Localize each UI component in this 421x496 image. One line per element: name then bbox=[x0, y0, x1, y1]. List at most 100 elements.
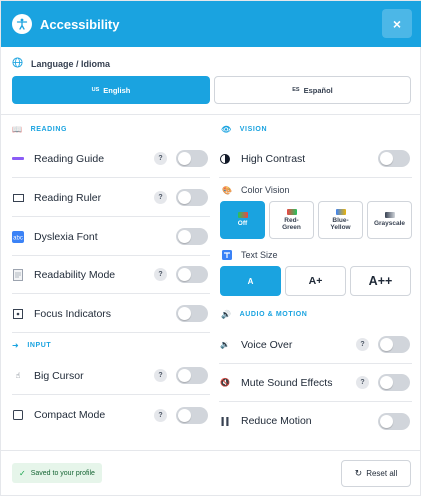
blue-yellow-label-line1: Blue- bbox=[332, 216, 349, 224]
reduce-motion-row: Reduce Motion bbox=[219, 402, 412, 440]
reduce-motion-toggle[interactable] bbox=[378, 412, 410, 430]
reading-guide-row: Reading Guide ? bbox=[12, 140, 210, 178]
readability-mode-row: Readability Mode ? bbox=[12, 256, 210, 294]
speaker-icon: 🔊 bbox=[221, 310, 232, 319]
big-cursor-row: ☝ Big Cursor ? bbox=[12, 357, 210, 395]
dyslexia-font-toggle[interactable] bbox=[176, 228, 208, 245]
swatch-icon bbox=[237, 212, 248, 219]
audio-motion-section-title: AUDIO & MOTION bbox=[239, 311, 308, 318]
color-vision-heading: 🎨 Color Vision bbox=[221, 184, 289, 196]
text-size-label: Text Size bbox=[241, 250, 278, 260]
vision-section-title: VISION bbox=[239, 126, 268, 133]
red-green-label-line1: Red- bbox=[284, 216, 299, 224]
contrast-icon bbox=[219, 153, 231, 165]
compact-mode-toggle[interactable] bbox=[176, 406, 208, 424]
close-button[interactable]: × bbox=[382, 9, 412, 38]
help-icon[interactable]: ? bbox=[356, 338, 369, 351]
reset-all-label: Reset all bbox=[366, 469, 398, 478]
big-cursor-toggle[interactable] bbox=[176, 367, 208, 384]
help-icon[interactable]: ? bbox=[154, 408, 167, 422]
reading-ruler-label: Reading Ruler bbox=[34, 191, 102, 204]
swatch-icon bbox=[335, 208, 346, 215]
accessibility-logo-icon bbox=[12, 14, 32, 34]
color-vision-label: Color Vision bbox=[241, 185, 290, 195]
language-label: Language / Idioma bbox=[31, 58, 111, 69]
eye-icon: 👁 bbox=[221, 125, 232, 134]
compact-mode-label: Compact Mode bbox=[34, 409, 106, 421]
focus-indicators-toggle[interactable] bbox=[176, 305, 208, 322]
help-icon[interactable]: ? bbox=[154, 268, 167, 281]
input-section-heading: ➜ INPUT bbox=[12, 341, 51, 350]
mute-sound-effects-label: Mute Sound Effects bbox=[241, 376, 333, 389]
voice-over-row: 🔉 Voice Over ? bbox=[219, 326, 412, 364]
book-icon: 📖 bbox=[12, 125, 23, 134]
flag-es-icon: ES bbox=[292, 87, 300, 93]
language-heading: Language / Idioma bbox=[12, 57, 110, 70]
voice-icon: 🔉 bbox=[220, 340, 230, 349]
reading-ruler-toggle[interactable] bbox=[176, 189, 208, 206]
language-english-label: English bbox=[103, 85, 131, 95]
mute-sound-effects-row: 🔇 Mute Sound Effects ? bbox=[219, 364, 412, 402]
help-icon[interactable]: ? bbox=[356, 376, 369, 389]
reading-section-title: READING bbox=[30, 126, 68, 133]
help-icon[interactable]: ? bbox=[154, 369, 167, 382]
reset-icon: ↻ bbox=[354, 468, 363, 478]
high-contrast-toggle[interactable] bbox=[378, 150, 410, 167]
grayscale-label: Grayscale bbox=[373, 220, 406, 228]
color-vision-off-button[interactable]: Off bbox=[220, 201, 265, 239]
high-contrast-row: High Contrast bbox=[219, 140, 412, 178]
text-size-a-plus-plus-button[interactable]: A++ bbox=[350, 266, 411, 296]
vision-section-heading: 👁 VISION bbox=[221, 125, 267, 134]
text-size-a-button[interactable]: A bbox=[220, 266, 281, 296]
svg-text:abc: abc bbox=[13, 235, 23, 241]
voice-over-toggle[interactable] bbox=[378, 336, 410, 353]
mute-sound-effects-toggle[interactable] bbox=[378, 374, 410, 391]
help-icon[interactable]: ? bbox=[154, 191, 167, 204]
swatch-icon bbox=[286, 208, 297, 215]
color-vision-blue-yellow-button[interactable]: Blue- Yellow bbox=[318, 201, 363, 239]
globe-icon bbox=[12, 57, 23, 70]
reset-all-button[interactable]: ↻ Reset all bbox=[341, 460, 411, 487]
help-icon[interactable]: ? bbox=[154, 152, 167, 165]
compact-mode-row: Compact Mode ? bbox=[12, 396, 210, 434]
focus-indicators-row: Focus Indicators bbox=[12, 295, 210, 333]
audio-motion-section-heading: 🔊 AUDIO & MOTION bbox=[221, 310, 307, 319]
dyslexia-font-icon: abc bbox=[12, 230, 24, 243]
focus-icon bbox=[12, 308, 24, 320]
big-cursor-label: Big Cursor bbox=[34, 369, 84, 382]
palette-icon: 🎨 bbox=[222, 185, 232, 195]
text-size-heading: Text Size bbox=[221, 249, 278, 261]
mute-icon: 🔇 bbox=[220, 378, 230, 387]
check-icon: ✓ bbox=[19, 468, 26, 478]
input-section-title: INPUT bbox=[27, 342, 52, 349]
reading-guide-label: Reading Guide bbox=[34, 152, 105, 165]
reading-guide-icon bbox=[12, 153, 24, 165]
accessibility-panel: Accessibility × Language / Idioma US Eng… bbox=[0, 0, 421, 496]
swatch-icon bbox=[384, 212, 395, 219]
saved-status-text: Saved to your profile bbox=[30, 469, 95, 477]
text-size-a-plus-button[interactable]: A+ bbox=[285, 266, 346, 296]
flag-us-icon: US bbox=[91, 87, 100, 93]
high-contrast-label: High Contrast bbox=[241, 152, 306, 165]
ruler-icon bbox=[12, 192, 24, 204]
panel-header: Accessibility × bbox=[1, 1, 421, 47]
reduce-motion-label: Reduce Motion bbox=[241, 415, 312, 427]
red-green-label-line2: Green bbox=[282, 224, 301, 231]
divider bbox=[1, 114, 421, 115]
reading-ruler-row: Reading Ruler ? bbox=[12, 179, 210, 217]
dyslexia-font-row: abc Dyslexia Font bbox=[12, 218, 210, 256]
language-english-button[interactable]: US English bbox=[12, 76, 210, 104]
readability-mode-toggle[interactable] bbox=[176, 266, 208, 283]
voice-over-label: Voice Over bbox=[241, 338, 293, 351]
reading-guide-toggle[interactable] bbox=[176, 150, 208, 167]
reading-section-heading: 📖 READING bbox=[12, 125, 67, 134]
language-spanish-label: Español bbox=[303, 85, 333, 95]
readability-mode-label: Readability Mode bbox=[34, 268, 116, 281]
footer-divider bbox=[1, 450, 421, 451]
language-spanish-button[interactable]: ES Español bbox=[214, 76, 411, 104]
cursor-icon: ☝ bbox=[15, 371, 21, 380]
color-vision-red-green-button[interactable]: Red- Green bbox=[269, 201, 314, 239]
saved-status-badge: ✓ Saved to your profile bbox=[12, 463, 102, 483]
compact-icon bbox=[12, 409, 24, 421]
color-vision-grayscale-button[interactable]: Grayscale bbox=[367, 201, 412, 239]
